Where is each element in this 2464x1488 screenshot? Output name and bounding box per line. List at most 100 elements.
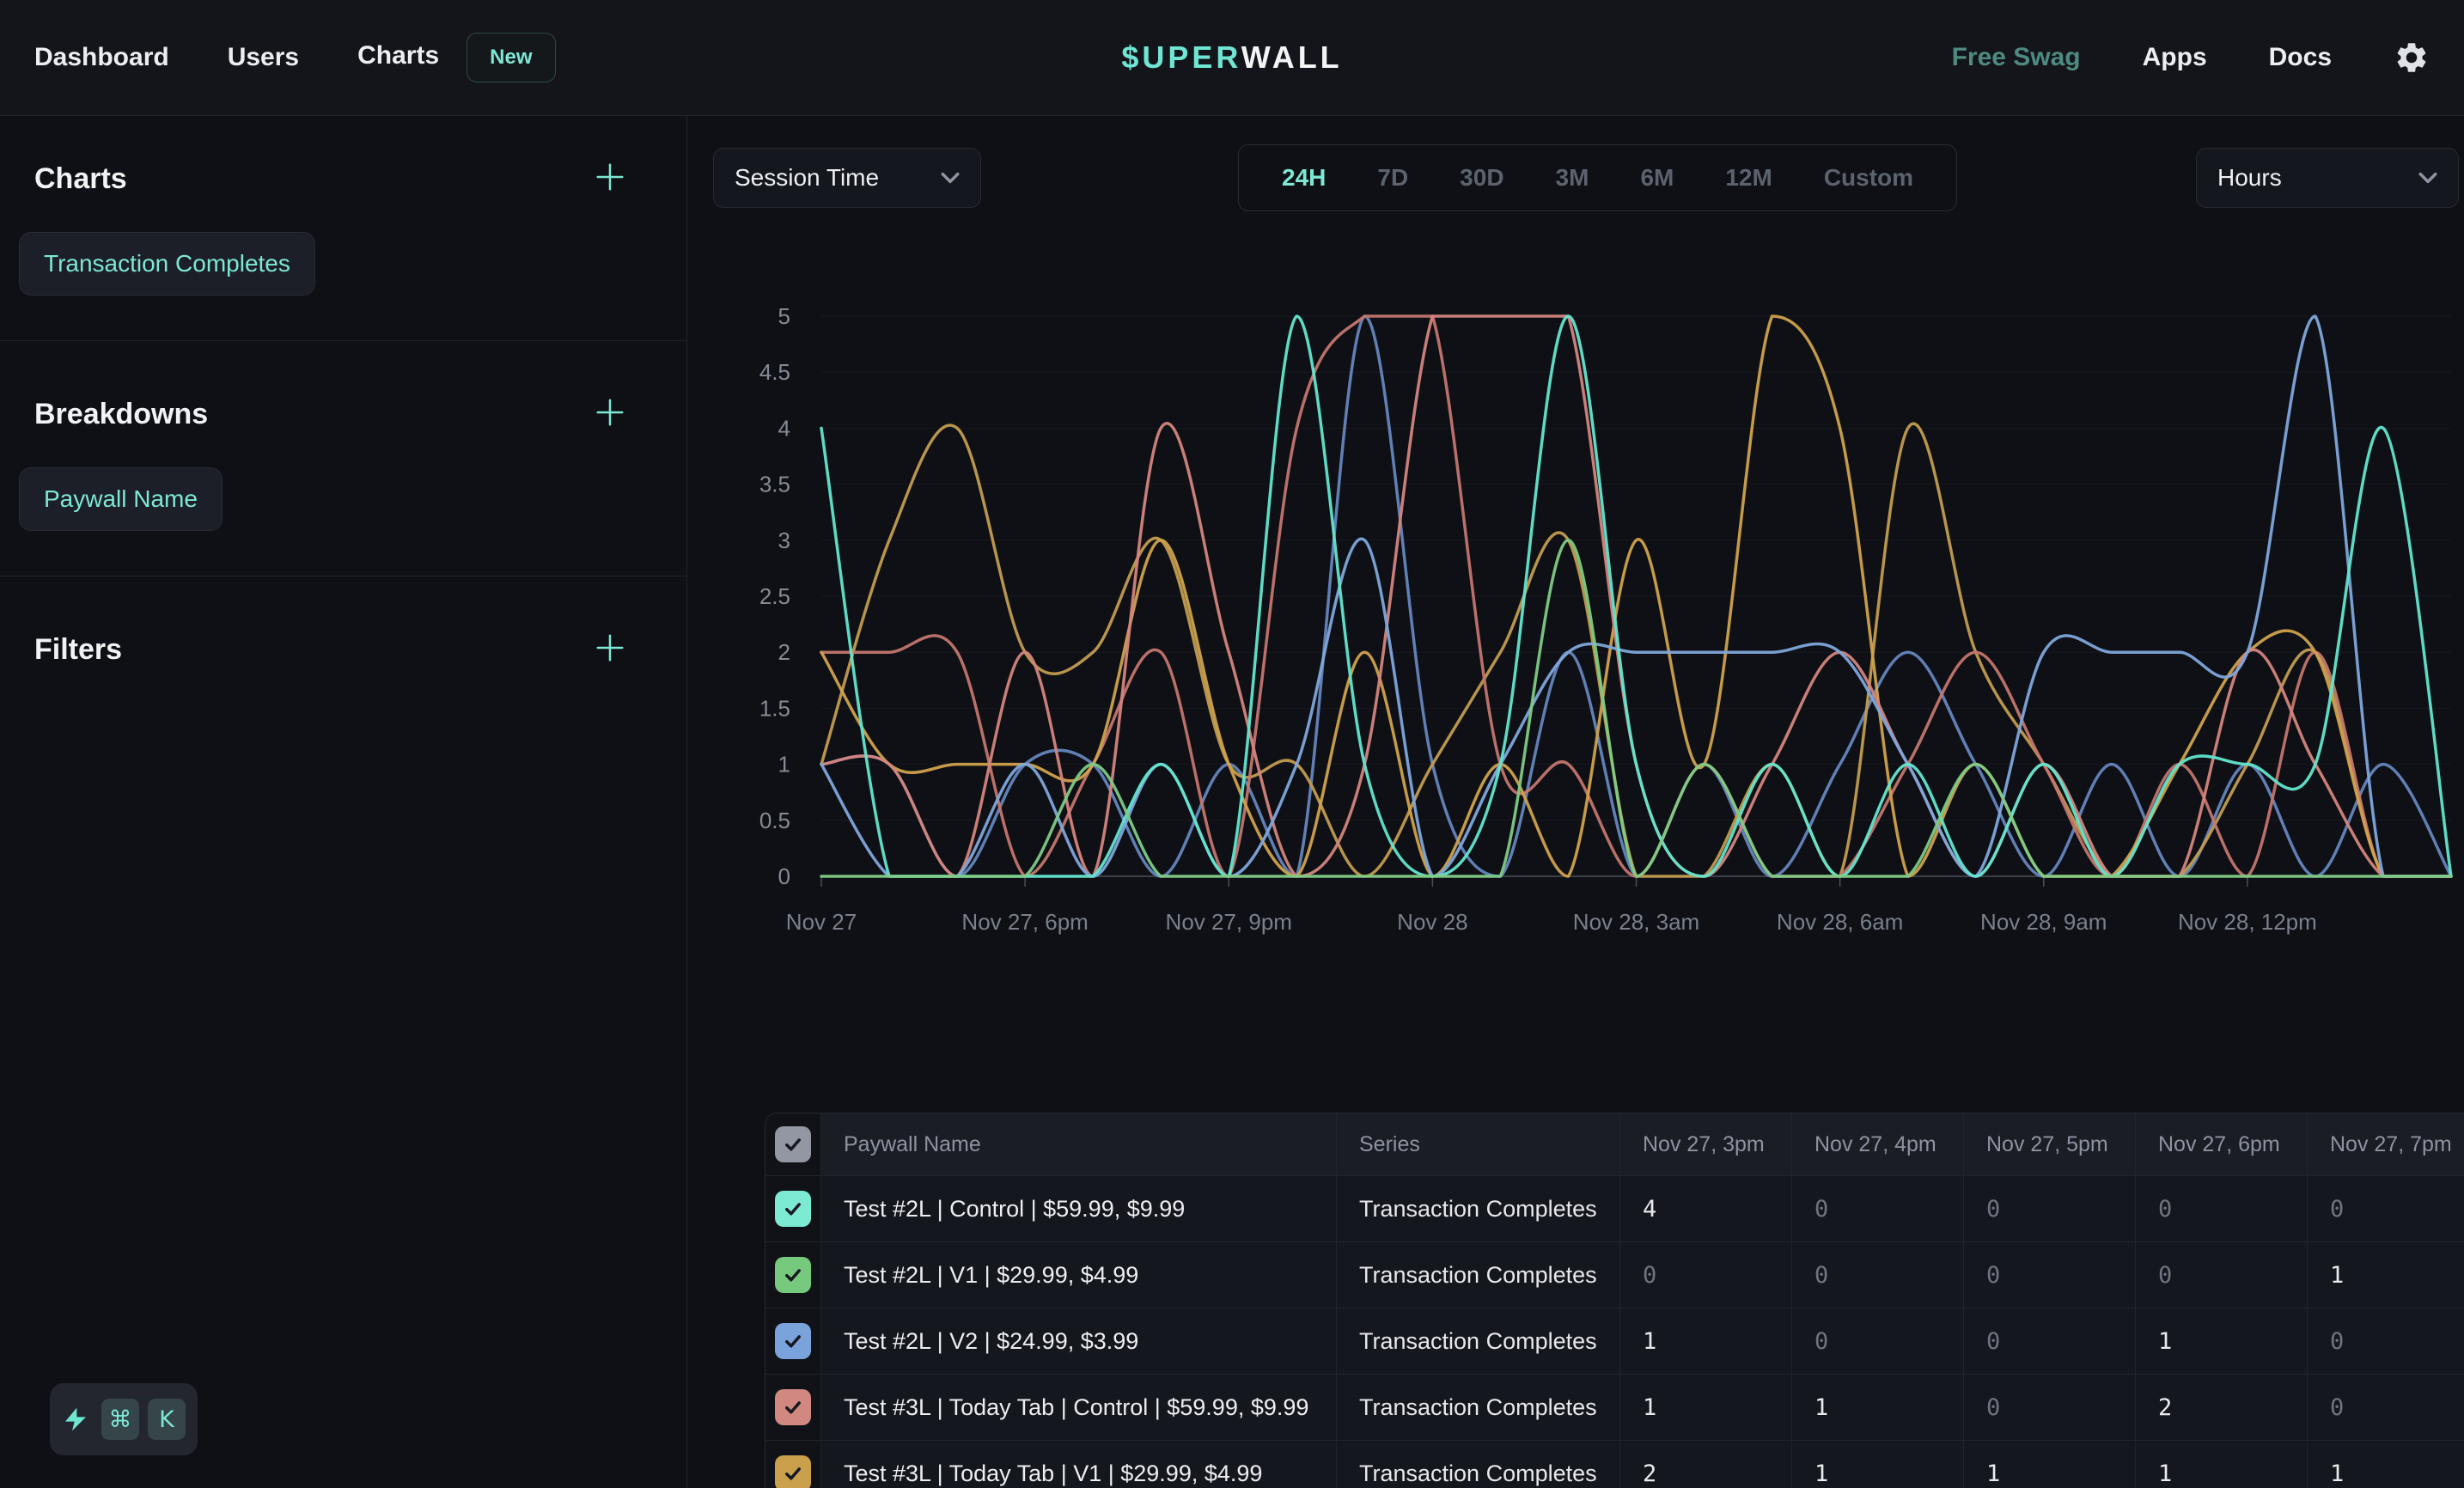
add-filters-button[interactable] [594, 631, 626, 668]
nav-item-users[interactable]: Users [228, 43, 299, 72]
row-checkbox[interactable] [775, 1191, 811, 1227]
sidebar-section-charts: Charts Transaction Completes [0, 116, 686, 330]
row-checkbox[interactable] [775, 1257, 811, 1293]
range-tab-24h[interactable]: 24H [1256, 164, 1351, 192]
x-axis-label: Nov 28, 3am [1573, 909, 1699, 935]
cell-value: 0 [1963, 1308, 2135, 1374]
gear-icon [2394, 40, 2430, 76]
sidebar-title-filters: Filters [34, 633, 122, 667]
sidebar: Charts Transaction Completes Breakdowns Pay… [0, 116, 687, 1488]
x-axis-label: Nov 28 [1397, 909, 1467, 935]
sidebar-chips: Transaction Completes [19, 232, 626, 296]
row-checkbox-cell [765, 1375, 820, 1440]
cell-series: Transaction Completes [1336, 1176, 1619, 1241]
cell-paywall-name: Test #3L | Today Tab | V1 | $29.99, $4.9… [820, 1441, 1336, 1488]
cell-series: Transaction Completes [1336, 1242, 1619, 1308]
sidebar-title-breakdowns: Breakdowns [34, 398, 208, 431]
chart-svg: 00.511.522.533.544.55Nov 27Nov 27, 6pmNo… [687, 271, 2464, 1027]
check-icon [782, 1330, 804, 1352]
cell-paywall-name: Test #2L | Control | $59.99, $9.99 [820, 1176, 1336, 1241]
y-axis-label: 5 [778, 303, 790, 329]
chip-paywall-name[interactable]: Paywall Name [19, 467, 223, 531]
row-checkbox[interactable] [775, 1389, 811, 1425]
range-tab-12m[interactable]: 12M [1699, 164, 1797, 192]
cell-value: 1 [2135, 1441, 2307, 1488]
nav-item-apps[interactable]: Apps [2143, 43, 2207, 72]
row-checkbox-cell [765, 1176, 820, 1241]
app-logo[interactable]: $UPERWALL [1121, 40, 1342, 76]
cell-series: Transaction Completes [1336, 1308, 1619, 1374]
nav-item-dashboard[interactable]: Dashboard [34, 43, 169, 72]
range-tab-30d[interactable]: 30D [1434, 164, 1529, 192]
sidebar-title-charts: Charts [34, 162, 127, 196]
cell-value: 1 [2307, 1441, 2464, 1488]
unit-select[interactable]: Hours [2196, 148, 2459, 208]
keycap-cmd[interactable]: ⌘ [101, 1399, 139, 1440]
cell-paywall-name: Test #2L | V2 | $24.99, $3.99 [820, 1308, 1336, 1374]
x-axis-label: Nov 27, 6pm [961, 909, 1088, 935]
table-row: Test #3L | Today Tab | V1 | $29.99, $4.9… [765, 1440, 2464, 1488]
check-icon [782, 1462, 804, 1485]
cell-value: 0 [2135, 1242, 2307, 1308]
row-checkbox[interactable] [775, 1323, 811, 1359]
nav-item-charts[interactable]: ChartsNew [357, 33, 555, 82]
table-header-row: Paywall NameSeriesNov 27, 3pmNov 27, 4pm… [765, 1113, 2464, 1175]
cell-value: 0 [1963, 1242, 2135, 1308]
line-chart[interactable]: 00.511.522.533.544.55Nov 27Nov 27, 6pmNo… [687, 271, 2464, 1027]
y-axis-label: 3.5 [759, 472, 790, 497]
y-axis-label: 0.5 [759, 808, 790, 833]
range-tab-7d[interactable]: 7D [1351, 164, 1434, 192]
keycap-k[interactable]: K [148, 1399, 186, 1440]
command-palette-shortcut[interactable]: ⌘K [50, 1383, 198, 1455]
plus-icon [594, 161, 626, 193]
range-tab-custom[interactable]: Custom [1798, 164, 1939, 192]
row-checkbox-cell [765, 1308, 820, 1374]
nav-item-docs[interactable]: Docs [2269, 43, 2332, 72]
sidebar-divider [0, 340, 686, 341]
x-axis-label: Nov 28, 6am [1777, 909, 1903, 935]
y-axis-label: 4.5 [759, 359, 790, 385]
sidebar-section-header: Breakdowns [34, 396, 626, 433]
chip-transaction-completes[interactable]: Transaction Completes [19, 232, 315, 296]
check-icon [782, 1133, 804, 1156]
table-row: Test #2L | V1 | $29.99, $4.99Transaction… [765, 1241, 2464, 1308]
row-checkbox[interactable] [775, 1455, 811, 1488]
cell-paywall-name: Test #2L | V1 | $29.99, $4.99 [820, 1242, 1336, 1308]
chevron-down-icon [2418, 172, 2437, 184]
y-axis-label: 1 [778, 752, 790, 778]
cell-value: 1 [2135, 1308, 2307, 1374]
range-tab-3m[interactable]: 3M [1530, 164, 1615, 192]
table-header-series: Series [1336, 1113, 1619, 1175]
cell-value: 1 [1963, 1441, 2135, 1488]
nav-item-free-swag[interactable]: Free Swag [1952, 43, 2081, 72]
range-tab-6m[interactable]: 6M [1614, 164, 1699, 192]
y-axis-label: 3 [778, 528, 790, 553]
add-charts-button[interactable] [594, 161, 626, 198]
nav-right: Free Swag Apps Docs [1952, 40, 2464, 76]
settings-button[interactable] [2394, 40, 2430, 76]
check-icon [782, 1264, 804, 1286]
y-axis-label: 0 [778, 863, 790, 889]
sidebar-section-header: Filters [34, 631, 626, 668]
table-header-nov-27-7pm: Nov 27, 7pm [2307, 1113, 2464, 1175]
y-axis-label: 4 [778, 415, 790, 441]
table-header-nov-27-4pm: Nov 27, 4pm [1791, 1113, 1963, 1175]
cell-value: 0 [1791, 1308, 1963, 1374]
add-breakdowns-button[interactable] [594, 396, 626, 433]
logo-rest-text: WALL [1241, 40, 1343, 75]
x-axis-label: Nov 27 [786, 909, 857, 935]
cell-value: 0 [1619, 1242, 1791, 1308]
table-header-checkbox-cell [765, 1113, 820, 1175]
breakdown-table-wrap: Paywall NameSeriesNov 27, 3pmNov 27, 4pm… [765, 1113, 2464, 1488]
top-nav: Dashboard Users ChartsNew $UPERWALL Free S… [0, 0, 2464, 116]
y-axis-label: 2 [778, 639, 790, 665]
breakdown-table: Paywall NameSeriesNov 27, 3pmNov 27, 4pm… [765, 1113, 2464, 1488]
plus-icon [594, 631, 626, 664]
y-axis-label: 2.5 [759, 583, 790, 609]
x-axis-label: Nov 28, 12pm [2178, 909, 2317, 935]
main-content: Session Time 24H7D30D3M6M12MCustom Hours… [687, 116, 2464, 1488]
select-all-checkbox[interactable] [775, 1126, 811, 1162]
logo-accent-text: $UPER [1121, 40, 1241, 75]
new-badge[interactable]: New [467, 33, 555, 82]
metric-select[interactable]: Session Time [713, 148, 981, 208]
